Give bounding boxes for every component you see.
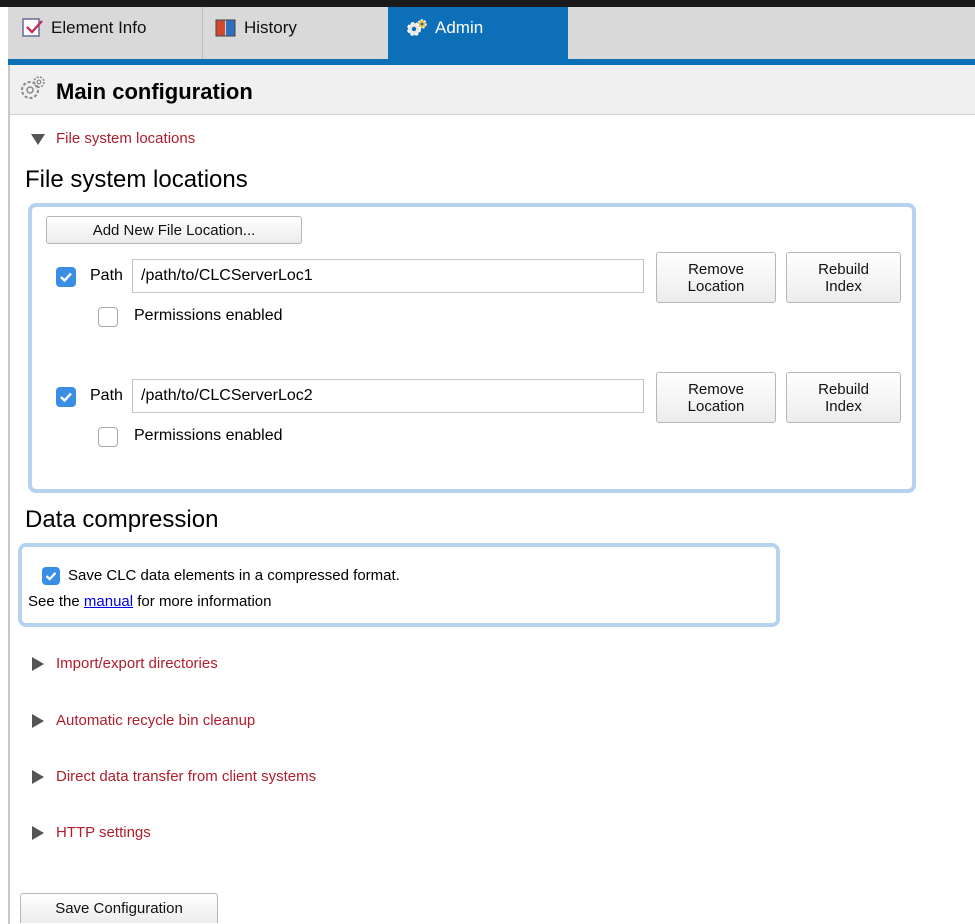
location-2-enabled-checkbox[interactable] (56, 387, 76, 407)
toggle-label: HTTP settings (56, 824, 151, 841)
checkmark-icon (45, 572, 57, 581)
compression-option-label: Save CLC data elements in a compressed f… (68, 567, 400, 584)
file-system-locations-heading: File system locations (25, 166, 248, 193)
add-file-location-button[interactable]: Add New File Location... (46, 216, 302, 244)
tab-label: History (244, 18, 297, 37)
compression-info-text: See the manual for more information (28, 593, 271, 610)
button-label-line-2: Index (825, 397, 862, 415)
path-label: Path (90, 387, 123, 404)
toggle-label: File system locations (56, 130, 196, 147)
http-settings-toggle[interactable]: HTTP settings (30, 824, 151, 841)
remove-location-1-button[interactable]: Remove Location (656, 252, 776, 303)
rebuild-index-2-button[interactable]: Rebuild Index (786, 372, 901, 423)
info-suffix: for more information (137, 593, 272, 610)
page-title: Main configuration (56, 79, 253, 104)
checkmark-icon (60, 392, 72, 403)
triangle-down-icon (31, 133, 45, 145)
button-label-line-2: Location (687, 397, 745, 415)
panel-left-border (8, 65, 10, 924)
button-label-line-2: Index (825, 277, 862, 295)
toggle-label: Import/export directories (56, 655, 218, 672)
triangle-right-icon (32, 769, 44, 784)
toggle-label: Direct data transfer from client systems (56, 768, 317, 785)
permissions-label: Permissions enabled (134, 307, 283, 324)
data-compression-box: Save CLC data elements in a compressed f… (18, 543, 780, 627)
path-label: Path (90, 267, 123, 284)
admin-gears-icon (407, 19, 427, 36)
location-1-enabled-checkbox[interactable] (56, 267, 76, 287)
info-prefix: See the (28, 593, 80, 610)
remove-location-2-button[interactable]: Remove Location (656, 372, 776, 423)
triangle-right-icon (32, 656, 44, 671)
location-1-permissions-checkbox[interactable] (98, 307, 118, 327)
button-label-line-1: Rebuild (818, 260, 869, 278)
toggle-label: Automatic recycle bin cleanup (56, 712, 256, 729)
button-label-line-1: Remove (688, 380, 744, 398)
manual-link[interactable]: manual (84, 593, 133, 610)
tab-bar: Element Info History Admin (8, 7, 975, 59)
history-icon (215, 19, 236, 37)
tab-label: Admin (435, 18, 484, 37)
checkmark-icon (60, 272, 72, 283)
tab-admin[interactable]: Admin (388, 7, 568, 59)
location-1-path-input[interactable]: /path/to/CLCServerLoc1 (132, 259, 644, 293)
rebuild-index-1-button[interactable]: Rebuild Index (786, 252, 901, 303)
triangle-right-icon (32, 825, 44, 840)
file-system-locations-toggle[interactable]: File system locations (30, 130, 195, 147)
button-label-line-1: Remove (688, 260, 744, 278)
gears-icon (21, 76, 45, 99)
direct-data-transfer-toggle[interactable]: Direct data transfer from client systems (30, 768, 316, 785)
button-label-line-2: Location (687, 277, 745, 295)
panel-header: Main configuration (10, 65, 975, 115)
location-2-permissions-checkbox[interactable] (98, 427, 118, 447)
button-label-line-1: Rebuild (818, 380, 869, 398)
permissions-label: Permissions enabled (134, 427, 283, 444)
compression-checkbox[interactable] (42, 567, 60, 585)
recycle-bin-cleanup-toggle[interactable]: Automatic recycle bin cleanup (30, 712, 255, 729)
triangle-right-icon (32, 713, 44, 728)
file-locations-box: Add New File Location... Path /path/to/C… (28, 203, 916, 493)
element-info-icon (22, 18, 43, 37)
data-compression-heading: Data compression (25, 506, 219, 533)
location-2-path-input[interactable]: /path/to/CLCServerLoc2 (132, 379, 644, 413)
tab-element-info[interactable]: Element Info (16, 7, 202, 59)
tab-history[interactable]: History (202, 7, 388, 59)
tab-label: Element Info (51, 18, 147, 37)
save-configuration-button[interactable]: Save Configuration (20, 893, 218, 923)
window-top-edge (0, 0, 975, 7)
import-export-directories-toggle[interactable]: Import/export directories (30, 655, 218, 672)
